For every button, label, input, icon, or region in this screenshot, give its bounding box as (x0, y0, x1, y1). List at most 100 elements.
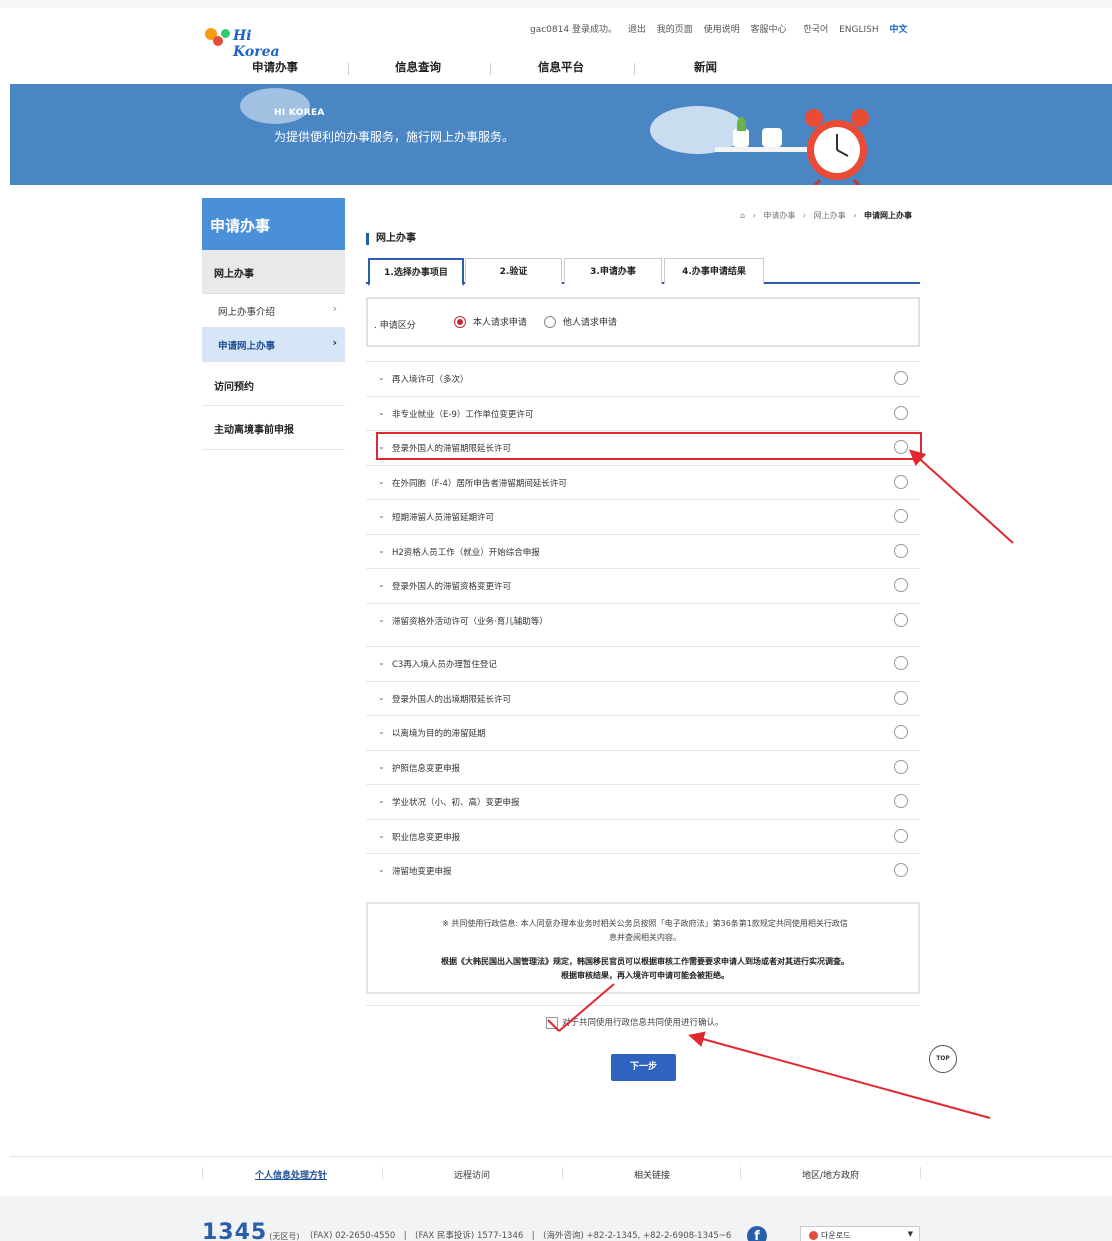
application-item-row[interactable]: ⌄ 在外同胞（F-4）居所申告者滞留期间延长许可 (366, 465, 920, 499)
chevron-down-icon[interactable]: ⌄ (378, 511, 385, 520)
nav-news[interactable]: 新闻 (694, 59, 717, 75)
related-links-link[interactable]: 相关链接 (634, 1168, 670, 1181)
footer-divider (740, 1167, 741, 1179)
tab-step-4[interactable]: 4.办事申请结果 (664, 258, 764, 284)
help-link[interactable]: 客服中心 (751, 25, 787, 35)
highlight-box (376, 432, 922, 460)
notice-box: ※ 共同使用行政信息: 本人同意办理本业务时相关公务员按照「电子政府法」第36条… (366, 902, 920, 994)
lang-ko-link[interactable]: 한국어 (803, 25, 828, 35)
application-item-radio[interactable] (894, 578, 908, 592)
local-gov-link[interactable]: 地区/地方政府 (802, 1168, 859, 1181)
nav-info-search[interactable]: 信息查询 (395, 59, 441, 75)
tab-step-3[interactable]: 3.申请办事 (564, 258, 662, 284)
remote-access-link[interactable]: 远程访问 (454, 1168, 490, 1181)
application-item-row[interactable]: ⌄ 非专业就业（E-9）工作单位变更许可 (366, 396, 920, 430)
facebook-icon[interactable]: f (747, 1226, 767, 1241)
chevron-right-icon: › (332, 302, 337, 315)
logout-link[interactable]: 退出 (628, 25, 646, 35)
application-item-radio[interactable] (894, 613, 908, 627)
radio-self-icon[interactable] (454, 315, 466, 328)
site-logo[interactable]: Hi Korea (205, 26, 295, 60)
chevron-down-icon[interactable]: ⌄ (378, 658, 385, 667)
home-icon[interactable]: ⌂ (740, 211, 745, 220)
footer-divider (562, 1167, 563, 1179)
download-select[interactable]: 다운로드 ▼ (800, 1226, 920, 1241)
application-item-radio[interactable] (894, 760, 908, 774)
application-item-radio[interactable] (894, 475, 908, 489)
application-item-row[interactable]: ⌄ 滞留地变更申报 (366, 853, 920, 887)
chevron-down-icon[interactable]: ⌄ (378, 373, 385, 382)
breadcrumb-item[interactable]: 申请办事 (763, 211, 795, 220)
lang-zh-link[interactable]: 中文 (890, 25, 908, 35)
breadcrumb-current: 申请网上办事 (863, 211, 912, 220)
lang-en-link[interactable]: ENGLISH (839, 25, 879, 35)
chevron-down-icon[interactable]: ⌄ (378, 762, 385, 771)
application-item-row[interactable]: ⌄ 滞留资格外活动许可（业务·育儿辅助等） (366, 603, 920, 637)
radio-other[interactable]: 他人请求申请 (544, 315, 617, 328)
agree-checkbox-row[interactable]: 对于共同使用行政信息共同使用进行确认。 (546, 1016, 724, 1029)
application-item-row[interactable]: ⌄ 登录外国人的滞留资格变更许可 (366, 568, 920, 602)
chevron-down-icon[interactable]: ⌄ (378, 693, 385, 702)
application-item-radio[interactable] (894, 691, 908, 705)
chevron-down-icon[interactable]: ⌄ (378, 615, 385, 624)
alarm-clock-icon (805, 109, 869, 185)
guide-link[interactable]: 使用说明 (704, 25, 740, 35)
chevron-down-icon[interactable]: ⌄ (378, 546, 385, 555)
application-item-row[interactable]: ⌄ C3再入境人员办理暂住登记 (366, 646, 920, 680)
tab-step-2[interactable]: 2.验证 (465, 258, 562, 284)
application-item-row[interactable]: ⌄ 以离境为目的的滞留延期 (366, 715, 920, 749)
chevron-down-icon[interactable]: ⌄ (378, 796, 385, 805)
application-item-radio[interactable] (894, 794, 908, 808)
my-page-link[interactable]: 我的页面 (657, 25, 693, 35)
privacy-policy-link[interactable]: 个人信息处理方针 (255, 1168, 327, 1181)
sidebar-item-departure[interactable]: 主动离境事前申报 (202, 406, 345, 450)
application-item-row[interactable]: ⌄ 职业信息变更申报 (366, 819, 920, 853)
nav-info-platform[interactable]: 信息平台 (538, 59, 584, 75)
next-button[interactable]: 下一步 (611, 1054, 676, 1081)
main-nav: 申请办事 信息查询 信息平台 新闻 (200, 59, 760, 79)
agree-checkbox[interactable] (546, 1016, 558, 1029)
breadcrumb-item[interactable]: 网上办事 (814, 211, 846, 220)
chevron-down-icon[interactable]: ⌄ (378, 408, 385, 417)
agree-label: 对于共同使用行政信息共同使用进行确认。 (562, 1018, 724, 1028)
application-item-row[interactable]: ⌄ 学业状况（小、初、高）变更申报 (366, 784, 920, 818)
application-item-radio[interactable] (894, 544, 908, 558)
arrow-to-item (909, 449, 1014, 544)
application-item-radio[interactable] (894, 406, 908, 420)
chevron-down-icon[interactable]: ⌄ (378, 831, 385, 840)
logo-text: Hi Korea (233, 28, 280, 60)
application-item-radio[interactable] (894, 371, 908, 385)
sidebar-item-online-intro[interactable]: 网上办事介绍 › (202, 294, 345, 328)
sidebar-item-visit[interactable]: 访问预约 (202, 362, 345, 406)
application-item-label: 再入境许可（多次） (392, 375, 469, 385)
chevron-down-icon[interactable]: ⌄ (378, 727, 385, 736)
radio-other-label: 他人请求申请 (562, 318, 617, 328)
application-item-row[interactable]: ⌄ 再入境许可（多次） (366, 361, 920, 395)
application-item-row[interactable]: ⌄ 护照信息变更申报 (366, 750, 920, 784)
radio-other-icon[interactable] (544, 315, 556, 328)
breadcrumb-separator: › (802, 211, 807, 220)
login-status: gac0814 登录成功。 (530, 25, 617, 35)
chevron-down-icon[interactable]: ⌄ (378, 865, 385, 874)
tab-step-1[interactable]: 1.选择办事项目 (368, 258, 464, 286)
nav-apply[interactable]: 申请办事 (252, 59, 298, 75)
sidebar-item-online[interactable]: 网上办事 (202, 250, 345, 294)
application-item-radio[interactable] (894, 656, 908, 670)
application-item-radio[interactable] (894, 509, 908, 523)
sidebar-item-apply-online[interactable]: 申请网上办事 › (202, 328, 345, 362)
application-item-row[interactable]: ⌄ H2资格人员工作（就业）开始综合申报 (366, 534, 920, 568)
application-item-radio[interactable] (894, 829, 908, 843)
notice-line: ※ 共同使用行政信息: 本人同意办理本业务时相关公务员按照「电子政府法」第36条… (442, 919, 848, 928)
application-item-radio[interactable] (894, 863, 908, 877)
application-item-row[interactable]: ⌄ 短期滞留人员滞留延期许可 (366, 499, 920, 533)
application-item-radio[interactable] (894, 725, 908, 739)
sidebar-item-label: 申请网上办事 (218, 341, 276, 352)
application-item-row[interactable]: ⌄ 登录外国人的出境期限延长许可 (366, 681, 920, 715)
application-item-label: 登录外国人的滞留资格变更许可 (392, 582, 512, 592)
apply-type-label: . 申请区分 (374, 321, 416, 331)
radio-self[interactable]: 本人请求申请 (454, 315, 527, 328)
chevron-down-icon[interactable]: ⌄ (378, 477, 385, 486)
scroll-top-button[interactable]: TOP (929, 1045, 957, 1073)
footer-divider (382, 1167, 383, 1179)
chevron-down-icon[interactable]: ⌄ (378, 580, 385, 589)
